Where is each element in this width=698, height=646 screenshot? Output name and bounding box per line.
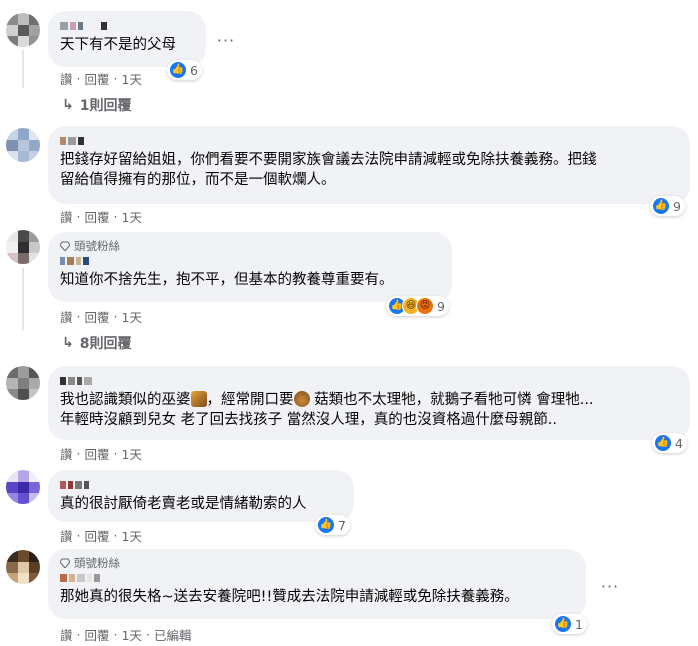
like-button[interactable]: 讚 [60, 444, 73, 463]
comment-bubble: 天下有不是的父母 [48, 11, 206, 67]
comment-actions: 讚 · 回覆 · 1天 [60, 207, 142, 226]
reaction-summary[interactable]: 👍 7 [315, 515, 350, 535]
reply-arrow-icon: ↳ [62, 97, 74, 113]
reaction-count: 1 [575, 616, 583, 632]
witch-emoji-icon [190, 391, 207, 407]
reaction-count: 4 [675, 435, 683, 451]
more-options-icon[interactable]: ··· [214, 28, 238, 52]
avatar[interactable] [6, 470, 40, 504]
comment-text-line: 把錢存好留給姐姐，你們看要不要開家族會議去法院申請減輕或免除扶養義務。把錢 [60, 152, 597, 168]
edited-label: 已編輯 [153, 628, 192, 643]
thread-line [22, 268, 24, 330]
timestamp[interactable]: 1天 [122, 526, 142, 545]
comment-text-line: 年輕時沒顧到兒女 老了回去找孩子 當然沒人理，真的也沒資格過什麼母親節.. [60, 412, 557, 428]
like-reaction-icon: 👍 [654, 434, 672, 452]
comment-text: 真的很討厭倚老賣老或是情緒勒索的人 [60, 496, 307, 512]
timestamp[interactable]: 1天 [122, 307, 142, 326]
like-button[interactable]: 讚 [60, 526, 73, 545]
reply-button[interactable]: 回覆 [85, 207, 110, 226]
reaction-summary[interactable]: 👍 6 [167, 60, 202, 80]
comment-bubble: 頭號粉絲 知道你不捨先生，抱不平，但基本的教養尊重要有。 [48, 232, 452, 302]
avatar[interactable] [6, 366, 40, 400]
author-name-pixelated[interactable] [60, 19, 194, 33]
author-name-pixelated[interactable] [60, 134, 678, 148]
author-name-pixelated[interactable] [60, 478, 342, 492]
reaction-count: 9 [437, 298, 445, 314]
comment-bubble: 真的很討厭倚老賣老或是情緒勒索的人 [48, 470, 354, 522]
like-reaction-icon: 👍 [554, 615, 572, 633]
reaction-count: 9 [673, 198, 681, 214]
like-button[interactable]: 讚 [60, 207, 73, 226]
comment-text: 那她真的很失格~送去安養院吧!!贊成去法院申請減輕或免除扶養義務。 [60, 589, 519, 605]
money-bag-emoji-icon [293, 391, 310, 407]
reaction-count: 6 [190, 62, 198, 78]
comment-text: 天下有不是的父母 [60, 37, 176, 53]
replies-count-label: 1則回覆 [79, 98, 132, 114]
author-name-pixelated[interactable] [60, 254, 440, 268]
reaction-summary[interactable]: 👍 1 [552, 614, 587, 634]
like-button[interactable]: 讚 [60, 625, 73, 644]
comment-bubble: 把錢存好留給姐姐，你們看要不要開家族會議去法院申請減輕或免除扶養義務。把錢 留給… [48, 126, 690, 204]
thread-line [22, 50, 24, 88]
reaction-summary[interactable]: 👍 9 [650, 196, 685, 216]
top-fan-badge[interactable]: 頭號粉絲 [60, 555, 574, 571]
reaction-summary[interactable]: 👍 4 [652, 433, 687, 453]
like-button[interactable]: 讚 [60, 307, 73, 326]
more-options-icon[interactable]: ··· [598, 574, 622, 598]
like-reaction-icon: 👍 [169, 61, 187, 79]
reply-button[interactable]: 回覆 [85, 307, 110, 326]
comment-actions: 讚 · 回覆 · 1天 · 已編輯 [60, 625, 192, 644]
reply-arrow-icon: ↳ [62, 335, 74, 351]
like-reaction-icon: 👍 [652, 197, 670, 215]
like-button[interactable]: 讚 [60, 69, 73, 88]
reply-button[interactable]: 回覆 [85, 526, 110, 545]
author-name-pixelated[interactable] [60, 571, 574, 585]
avatar[interactable] [6, 128, 40, 162]
timestamp[interactable]: 1天 [122, 625, 142, 644]
comment-actions: 讚 · 回覆 · 1天 [60, 69, 142, 88]
diamond-icon [60, 241, 70, 251]
timestamp[interactable]: 1天 [122, 69, 142, 88]
reply-button[interactable]: 回覆 [85, 444, 110, 463]
reaction-summary[interactable]: 👍 😆 😡 9 [386, 296, 449, 316]
comment-actions: 讚 · 回覆 · 1天 [60, 526, 142, 545]
avatar[interactable] [6, 230, 40, 264]
view-replies-button[interactable]: ↳ 8則回覆 [62, 333, 131, 353]
angry-reaction-icon: 😡 [416, 297, 434, 315]
comment-text-line: 我也認識類似的巫婆 ，經常開口要 菇類也不太理牠，就鵝子看牠可憐 會理牠... [60, 391, 594, 408]
replies-count-label: 8則回覆 [79, 336, 132, 352]
comment-actions: 讚 · 回覆 · 1天 [60, 307, 142, 326]
reply-button[interactable]: 回覆 [85, 625, 110, 644]
avatar[interactable] [6, 550, 40, 584]
reaction-count: 7 [338, 517, 346, 533]
reply-button[interactable]: 回覆 [85, 69, 110, 88]
author-name-pixelated[interactable] [60, 374, 678, 388]
top-fan-badge[interactable]: 頭號粉絲 [60, 238, 440, 254]
comment-text: 知道你不捨先生，抱不平，但基本的教養尊重要有。 [60, 272, 394, 288]
like-reaction-icon: 👍 [317, 516, 335, 534]
timestamp[interactable]: 1天 [122, 444, 142, 463]
avatar[interactable] [6, 13, 40, 47]
comment-actions: 讚 · 回覆 · 1天 [60, 444, 142, 463]
comment-bubble: 頭號粉絲 那她真的很失格~送去安養院吧!!贊成去法院申請減輕或免除扶養義務。 [48, 549, 586, 619]
comment-bubble: 我也認識類似的巫婆 ，經常開口要 菇類也不太理牠，就鵝子看牠可憐 會理牠... 年… [48, 366, 690, 440]
timestamp[interactable]: 1天 [122, 207, 142, 226]
view-replies-button[interactable]: ↳ 1則回覆 [62, 95, 131, 115]
comment-text-line: 留給值得擁有的那位，而不是一個軟爛人。 [60, 172, 336, 188]
diamond-icon [60, 558, 70, 568]
